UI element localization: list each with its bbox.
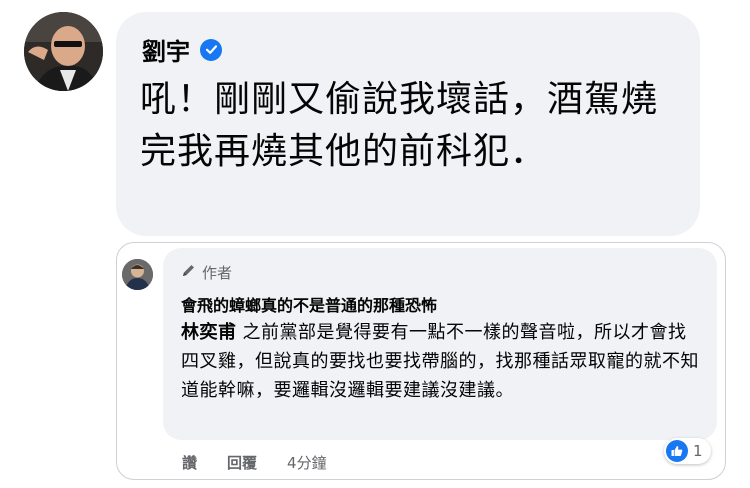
- timestamp[interactable]: 4分鐘: [287, 452, 327, 473]
- reply-button[interactable]: 回覆: [227, 452, 257, 473]
- comment-text: 吼！剛剛又偷說我壞話，酒駕燒完我再燒其他的前科犯．: [140, 79, 659, 172]
- reply-author-name[interactable]: 會飛的蟑螂真的不是普通的那種恐怖: [181, 292, 437, 316]
- like-button[interactable]: 讚: [182, 452, 197, 473]
- commenter-avatar[interactable]: [24, 12, 103, 91]
- reaction-summary[interactable]: 1: [664, 438, 711, 464]
- reply-avatar[interactable]: [122, 259, 153, 290]
- mention-link[interactable]: 林奕甫: [181, 322, 237, 343]
- comment-author-name[interactable]: 劉宇: [142, 32, 190, 67]
- reply-bubble: 作者 會飛的蟑螂真的不是普通的那種恐怖 林奕甫 之前黨部是覺得要有一點不一樣的聲音…: [163, 248, 717, 440]
- verified-badge-icon: [200, 38, 222, 61]
- author-badge-label: 作者: [202, 264, 233, 282]
- like-icon: [666, 440, 688, 462]
- pencil-icon: [181, 263, 196, 282]
- comment-actions: 讚 回覆 4分鐘: [182, 452, 327, 473]
- reaction-count: 1: [693, 442, 703, 460]
- reply-text: 林奕甫 之前黨部是覺得要有一點不一樣的聲音啦，所以才會找四叉雞，但說真的要找也要找…: [181, 318, 701, 405]
- comment-bubble: 劉宇 吼！剛剛又偷說我壞話，酒駕燒完我再燒其他的前科犯．: [116, 12, 700, 236]
- reply-text-body: 之前黨部是覺得要有一點不一樣的聲音啦，所以才會找四叉雞，但說真的要找也要找帶腦的…: [181, 322, 699, 401]
- comment-author[interactable]: 劉宇: [142, 32, 222, 67]
- author-badge: 作者: [181, 262, 232, 283]
